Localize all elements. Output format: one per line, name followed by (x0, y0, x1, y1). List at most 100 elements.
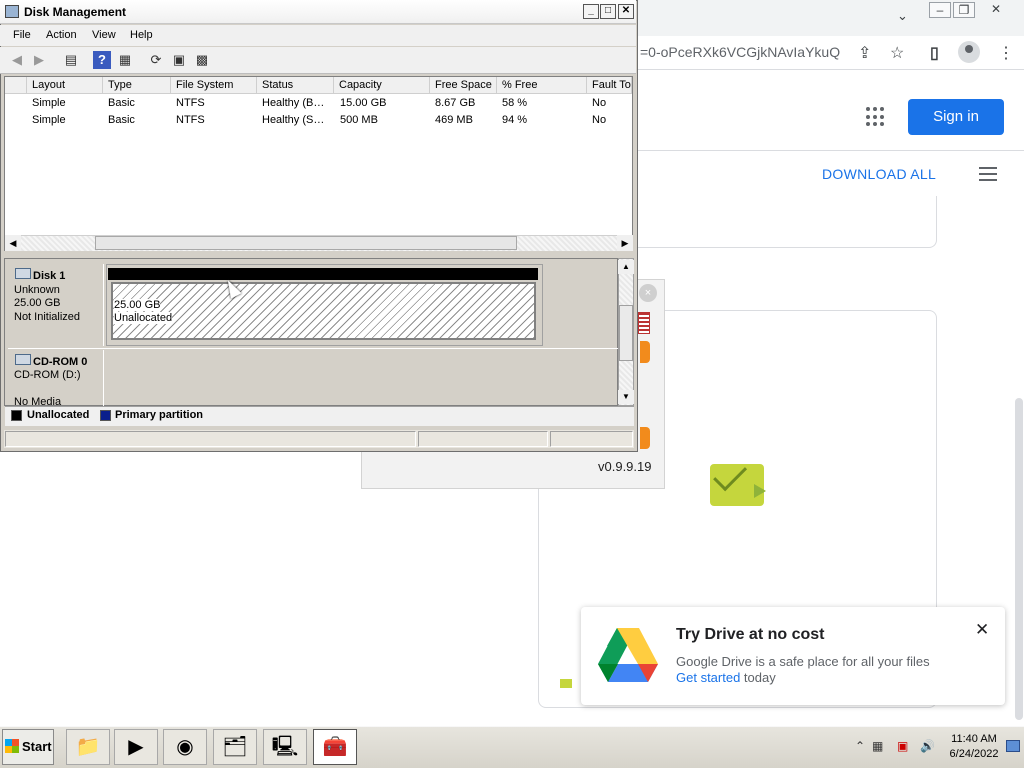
disk-drive-icon (15, 268, 31, 279)
menu-file[interactable]: File (13, 29, 31, 41)
promo-title: Try Drive at no cost (676, 626, 825, 643)
scroll-up-arrow-icon[interactable]: ▲ (618, 260, 634, 274)
scroll-left-arrow-icon[interactable]: ◀ (5, 235, 21, 251)
cdrom-drive: CD-ROM (D:) (14, 369, 81, 381)
column-header-layout[interactable]: Layout (27, 77, 103, 94)
page-scrollbar-thumb[interactable] (1015, 398, 1023, 720)
apps-grid-icon[interactable] (866, 107, 886, 127)
address-bar-url[interactable]: =0-oPceRXk6VCGjkNAvIaYkuQ (640, 44, 840, 60)
refresh-icon[interactable]: ⟳ (147, 51, 165, 69)
popup-orange-tab[interactable] (640, 427, 650, 449)
bookmark-star-icon[interactable]: ☆ (890, 43, 904, 63)
cdrom-icon (15, 354, 31, 365)
menu-help[interactable]: Help (130, 29, 153, 41)
forward-arrow-icon[interactable]: ▶ (30, 51, 48, 69)
column-header-type[interactable]: Type (103, 77, 171, 94)
column-header-free-space[interactable]: Free Space (430, 77, 497, 94)
promo-close-button[interactable]: ✕ (975, 620, 989, 640)
row2-layout[interactable]: Simple (32, 114, 66, 126)
status-panel-3 (550, 431, 633, 447)
vertical-scroll-thumb[interactable] (619, 305, 633, 361)
show-desktop-icon[interactable] (1006, 740, 1020, 752)
properties-icon[interactable]: ▣ (170, 51, 188, 69)
scroll-down-arrow-icon[interactable]: ▼ (618, 390, 634, 404)
column-header-status[interactable]: Status (257, 77, 334, 94)
row1-percent-free: 58 % (502, 97, 528, 109)
google-drive-logo-icon (598, 628, 658, 682)
show-hide-console-tree-icon[interactable]: ▤ (62, 51, 80, 69)
share-icon[interactable]: ⇪ (858, 43, 871, 63)
start-button[interactable]: Start (2, 729, 54, 765)
column-header-file-system[interactable]: File System (171, 77, 257, 94)
row2-status: Healthy (S… (262, 114, 325, 126)
profile-avatar-icon[interactable] (958, 41, 980, 63)
disk1-type: Unknown (14, 284, 60, 296)
browser-minimize-button[interactable]: – (929, 2, 951, 18)
small-file-icon (560, 679, 572, 688)
folder-taskbar-icon[interactable]: 🗂 (213, 729, 257, 765)
row2-percent-free: 94 % (502, 114, 528, 126)
file-explorer-taskbar-icon[interactable]: 📁 (66, 729, 110, 765)
side-panel-icon[interactable]: ▯ (930, 43, 939, 63)
popup-orange-tab[interactable] (640, 341, 650, 363)
windows-flag-icon (5, 739, 19, 753)
volume-icon[interactable]: 🔊 (920, 739, 935, 753)
maximize-button[interactable]: □ (600, 4, 616, 19)
popup-close-icon[interactable]: × (639, 284, 657, 302)
column-header-blank[interactable] (5, 77, 27, 94)
row1-fault-tolerance: No (592, 97, 607, 109)
popup-version-text: v0.9.9.19 (598, 459, 652, 474)
media-player-taskbar-icon[interactable]: ▶ (114, 729, 158, 765)
column-header-capacity[interactable]: Capacity (334, 77, 430, 94)
list-view-icon[interactable] (979, 167, 997, 181)
help-icon[interactable]: ? (93, 51, 111, 69)
status-panel-2 (418, 431, 548, 447)
properties-pane-icon[interactable]: ▦ (116, 51, 134, 69)
sign-in-button[interactable]: Sign in (908, 99, 1004, 135)
menu-action[interactable]: Action (46, 29, 77, 41)
horizontal-scroll-thumb[interactable] (95, 236, 517, 250)
promo-link-suffix: today (740, 670, 776, 685)
popup-striped-icon (638, 312, 650, 334)
column-header-fault-tolerance[interactable]: Fault Tol (587, 77, 632, 94)
clock-date[interactable]: 6/24/2022 (943, 748, 1005, 760)
row1-layout[interactable]: Simple (32, 97, 66, 109)
unallocated-region[interactable] (111, 282, 536, 340)
user-computer-taskbar-icon[interactable]: 🖳 (263, 729, 307, 765)
disk-management-app-icon (5, 5, 19, 18)
action-center-icon[interactable]: ▦ (872, 739, 883, 753)
browser-restore-button[interactable]: ❐ (953, 2, 975, 18)
show-hidden-icons-icon[interactable]: ⌃ (855, 739, 865, 753)
minimize-button[interactable]: _ (583, 4, 599, 19)
row1-type: Basic (108, 97, 135, 109)
browser-close-button[interactable]: ✕ (985, 2, 1007, 18)
legend-swatch-unallocated (11, 410, 22, 421)
scroll-right-arrow-icon[interactable]: ▶ (617, 235, 633, 251)
row2-capacity: 500 MB (340, 114, 378, 126)
row1-capacity: 15.00 GB (340, 97, 387, 109)
download-all-button[interactable]: DOWNLOAD ALL (822, 166, 936, 182)
promo-description: Google Drive is a safe place for all you… (676, 654, 930, 669)
unallocated-header-bar (108, 268, 538, 280)
clock-time[interactable]: 11:40 AM (943, 733, 1005, 745)
legend-unallocated: Unallocated (27, 409, 90, 421)
row2-type: Basic (108, 114, 135, 126)
disk1-state: Not Initialized (14, 311, 81, 323)
legend-swatch-primary (100, 410, 111, 421)
row1-file-system: NTFS (176, 97, 205, 109)
menu-view[interactable]: View (92, 29, 116, 41)
get-started-link[interactable]: Get started (676, 670, 740, 685)
network-warning-icon[interactable]: ▣ (897, 739, 908, 753)
chrome-taskbar-icon[interactable]: ◉ (163, 729, 207, 765)
column-header-percent-free[interactable]: % Free (497, 77, 587, 94)
browser-menu-icon[interactable]: ⋮ (998, 43, 1014, 63)
disk-management-taskbar-icon[interactable]: 🧰 (313, 729, 357, 765)
back-arrow-icon[interactable]: ◀ (8, 51, 26, 69)
rescan-disks-icon[interactable]: ▩ (193, 51, 211, 69)
unallocated-size: 25.00 GB (114, 299, 161, 311)
row1-free-space: 8.67 GB (435, 97, 476, 109)
window-title: Disk Management (24, 5, 127, 19)
row1-status: Healthy (B… (262, 97, 325, 109)
close-button[interactable]: ✕ (618, 4, 634, 19)
tab-search-chevron-icon[interactable]: ⌄ (897, 8, 908, 24)
